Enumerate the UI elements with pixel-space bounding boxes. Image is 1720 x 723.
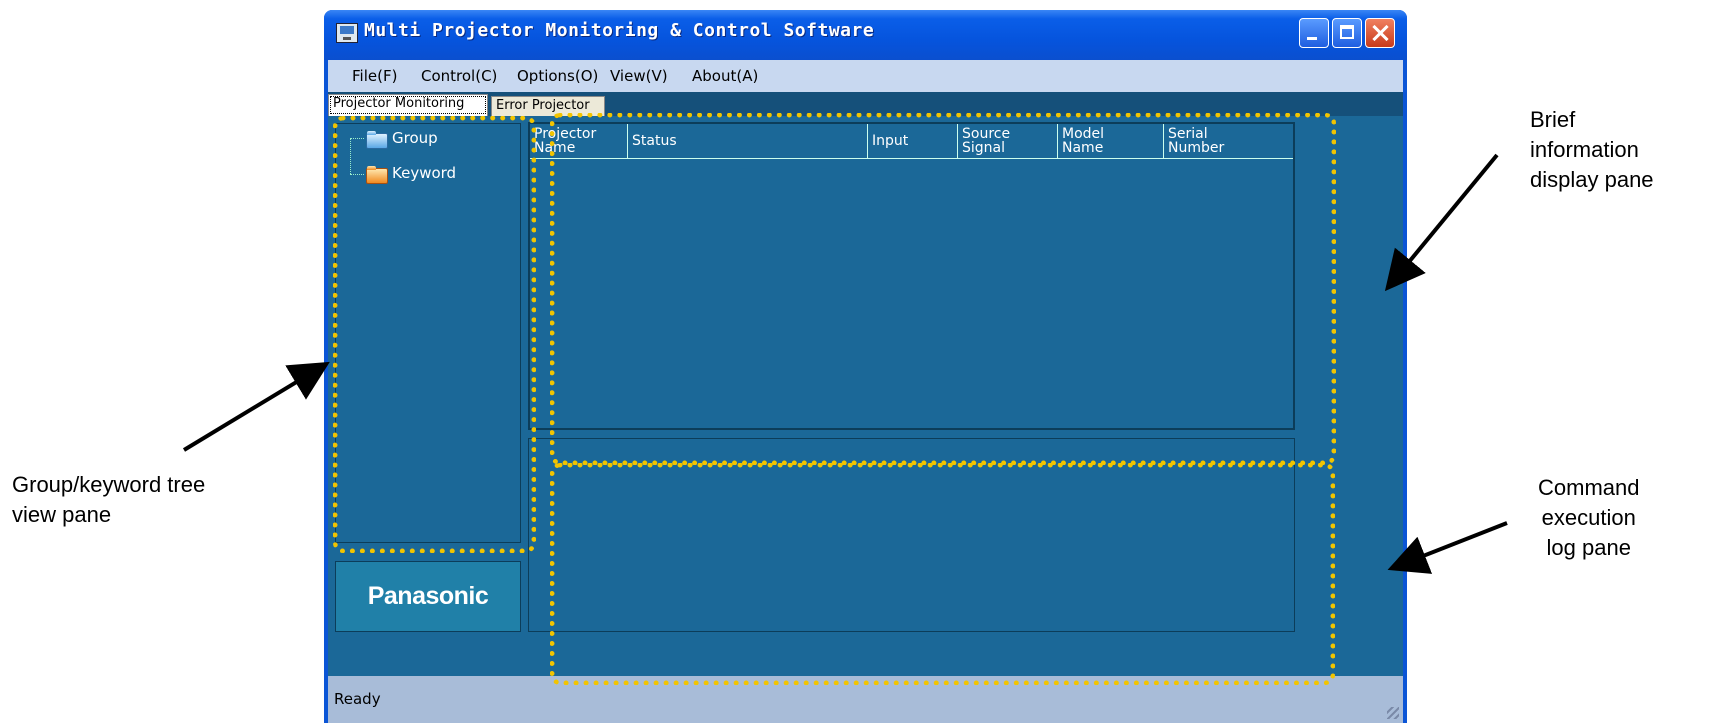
- callout-command-log: Command execution log pane: [1538, 473, 1639, 563]
- callout-line: Group/keyword tree: [12, 472, 206, 497]
- callout-line: log pane: [1546, 535, 1631, 560]
- callout-tree-view: Group/keyword tree view pane: [12, 470, 205, 530]
- callout-line: execution: [1541, 505, 1636, 530]
- callout-arrow: [182, 361, 330, 452]
- callout-arrow: [1384, 153, 1499, 292]
- callout-line: display pane: [1530, 167, 1654, 192]
- callout-line: view pane: [12, 502, 112, 527]
- callout-line: Brief: [1530, 107, 1576, 132]
- callout-arrow: [1387, 521, 1508, 574]
- callout-brief-information: Brief information display pane: [1530, 105, 1654, 195]
- callout-line: information: [1530, 137, 1639, 162]
- callout-arrows: [182, 153, 1508, 574]
- callout-line: Command: [1538, 475, 1640, 500]
